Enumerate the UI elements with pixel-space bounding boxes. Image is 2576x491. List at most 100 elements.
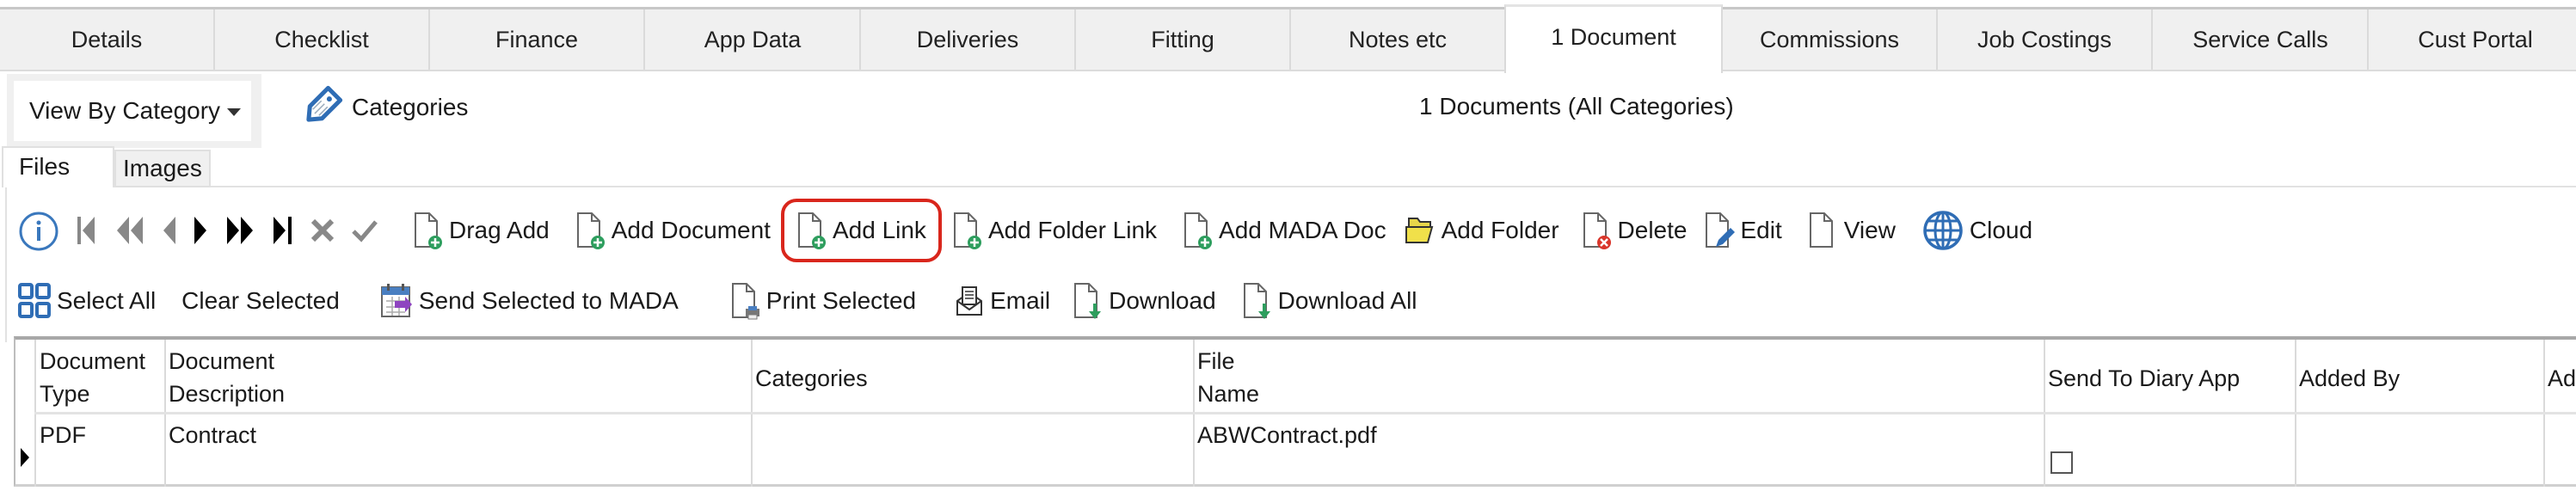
button-label: Select All xyxy=(57,287,157,314)
chevron-down-icon xyxy=(227,108,241,116)
header-line: Type xyxy=(40,381,90,407)
next-icon[interactable] xyxy=(193,215,210,246)
header-line: Description xyxy=(169,381,286,407)
document-delete-icon xyxy=(1583,212,1611,249)
cell-file-name[interactable]: ABWContract.pdf xyxy=(1197,419,1377,451)
view-by-dropdown[interactable]: View By Category xyxy=(14,81,251,141)
header-line: Name xyxy=(1197,381,1260,407)
header-line: File xyxy=(1197,348,1235,374)
select-all-button[interactable]: Select All xyxy=(17,282,156,320)
tab-documents[interactable]: 1 Document xyxy=(1504,4,1723,73)
prev-icon[interactable] xyxy=(160,215,177,246)
tab-commissions[interactable]: Commissions xyxy=(1723,9,1938,70)
document-count-summary: 1 Documents (All Categories) xyxy=(1419,93,1734,120)
tab-fitting[interactable]: Fitting xyxy=(1076,9,1291,70)
view-by-container: View By Category xyxy=(7,74,261,148)
button-label: View xyxy=(1843,217,1896,243)
column-header-document-description[interactable]: Document Description xyxy=(169,345,285,410)
button-label: Send Selected to MADA xyxy=(418,287,679,314)
tab-label: Fitting xyxy=(1151,26,1214,52)
cell-document-type[interactable]: PDF xyxy=(40,419,86,451)
tab-label: Details xyxy=(71,26,143,52)
tag-icon xyxy=(306,85,343,122)
cancel-icon[interactable] xyxy=(310,218,335,243)
divider xyxy=(211,186,2576,187)
tab-label: Service Calls xyxy=(2192,26,2328,52)
subtab-images[interactable]: Images xyxy=(114,150,211,187)
prev-page-icon[interactable] xyxy=(114,215,144,246)
print-selected-button[interactable]: Print Selected xyxy=(730,281,916,321)
add-folder-link-button[interactable]: Add Folder Link xyxy=(952,211,1157,250)
categories-label: Categories xyxy=(352,94,469,120)
tab-job-costings[interactable]: Job Costings xyxy=(1938,9,2153,70)
cell-document-description[interactable]: Contract xyxy=(169,419,256,451)
column-header-added-date[interactable]: Ad xyxy=(2548,362,2576,395)
tab-label: 1 Document xyxy=(1551,24,1676,50)
send-selected-to-mada-button[interactable]: Send Selected to MADA xyxy=(379,282,679,320)
record-navigator xyxy=(17,209,394,252)
add-folder-button[interactable]: Add Folder xyxy=(1404,213,1559,248)
tab-deliveries[interactable]: Deliveries xyxy=(861,9,1076,70)
drag-add-button[interactable]: Drag Add xyxy=(413,211,550,250)
tab-checklist[interactable]: Checklist xyxy=(215,9,430,70)
confirm-icon[interactable] xyxy=(351,218,378,243)
view-by-value: View By Category xyxy=(29,97,221,124)
document-add-icon xyxy=(797,212,826,249)
tab-notes-etc[interactable]: Notes etc xyxy=(1291,9,1506,70)
folder-icon xyxy=(1405,218,1433,243)
button-label: Download xyxy=(1109,287,1216,314)
tab-finance[interactable]: Finance xyxy=(430,9,645,70)
tab-label: Checklist xyxy=(274,26,369,52)
add-document-button[interactable]: Add Document xyxy=(575,211,771,250)
next-page-icon[interactable] xyxy=(225,215,256,246)
tab-cust-portal[interactable]: Cust Portal xyxy=(2369,9,2576,70)
header-line: Categories xyxy=(755,365,868,391)
send-to-diary-app-checkbox[interactable] xyxy=(2050,451,2073,474)
categories-button[interactable]: Categories xyxy=(297,85,469,129)
subtab-label: Images xyxy=(123,155,202,181)
header-line: Document xyxy=(169,348,275,374)
document-download-icon xyxy=(1074,283,1102,319)
tab-app-data[interactable]: App Data xyxy=(646,9,861,70)
button-label: Add Folder Link xyxy=(987,217,1158,243)
edit-button[interactable]: Edit xyxy=(1704,211,1782,250)
cloud-button[interactable]: Cloud xyxy=(1921,209,2032,252)
delete-button[interactable]: Delete xyxy=(1582,211,1688,250)
button-label: Drag Add xyxy=(449,217,550,243)
email-button[interactable]: Email xyxy=(954,284,1050,318)
button-label: Delete xyxy=(1617,217,1688,243)
column-header-document-type[interactable]: Document Type xyxy=(40,345,145,410)
calendar-send-icon xyxy=(380,284,412,317)
clear-selected-button[interactable]: Clear Selected xyxy=(181,287,340,315)
column-header-file-name[interactable]: File Name xyxy=(1197,345,1259,410)
download-button[interactable]: Download xyxy=(1073,281,1216,321)
header-line: Document xyxy=(40,348,146,374)
button-label: Print Selected xyxy=(765,287,917,314)
tab-details[interactable]: Details xyxy=(0,9,215,70)
column-header-send-to-diary-app[interactable]: Send To Diary App xyxy=(2048,362,2240,395)
header-separator xyxy=(34,412,2576,414)
email-icon xyxy=(956,286,983,316)
tab-label: Deliveries xyxy=(916,26,1019,52)
button-label: Add Document xyxy=(611,217,771,243)
document-icon xyxy=(1809,212,1833,248)
document-edit-icon xyxy=(1706,212,1736,248)
download-all-button[interactable]: Download All xyxy=(1242,281,1417,321)
view-button[interactable]: View xyxy=(1808,211,1896,250)
document-add-icon xyxy=(415,212,442,249)
add-mada-doc-button[interactable]: Add MADA Doc xyxy=(1183,211,1386,250)
tab-bar: Details Checklist Finance App Data Deliv… xyxy=(0,4,2576,73)
first-icon[interactable] xyxy=(76,215,98,246)
document-toolbar: Drag Add Add Document Add Link Add Folde… xyxy=(17,199,2058,262)
document-add-icon xyxy=(1184,212,1213,249)
tab-service-calls[interactable]: Service Calls xyxy=(2154,9,2369,70)
document-add-icon xyxy=(953,212,981,249)
button-label: Add Link xyxy=(832,217,926,243)
document-download-icon xyxy=(1243,283,1270,319)
column-header-categories[interactable]: Categories xyxy=(755,362,868,395)
subtab-files[interactable]: Files xyxy=(2,146,114,187)
add-link-button[interactable]: Add Link xyxy=(780,199,942,262)
last-icon[interactable] xyxy=(272,215,294,246)
info-icon[interactable] xyxy=(17,209,60,252)
column-header-added-by[interactable]: Added By xyxy=(2299,362,2400,395)
